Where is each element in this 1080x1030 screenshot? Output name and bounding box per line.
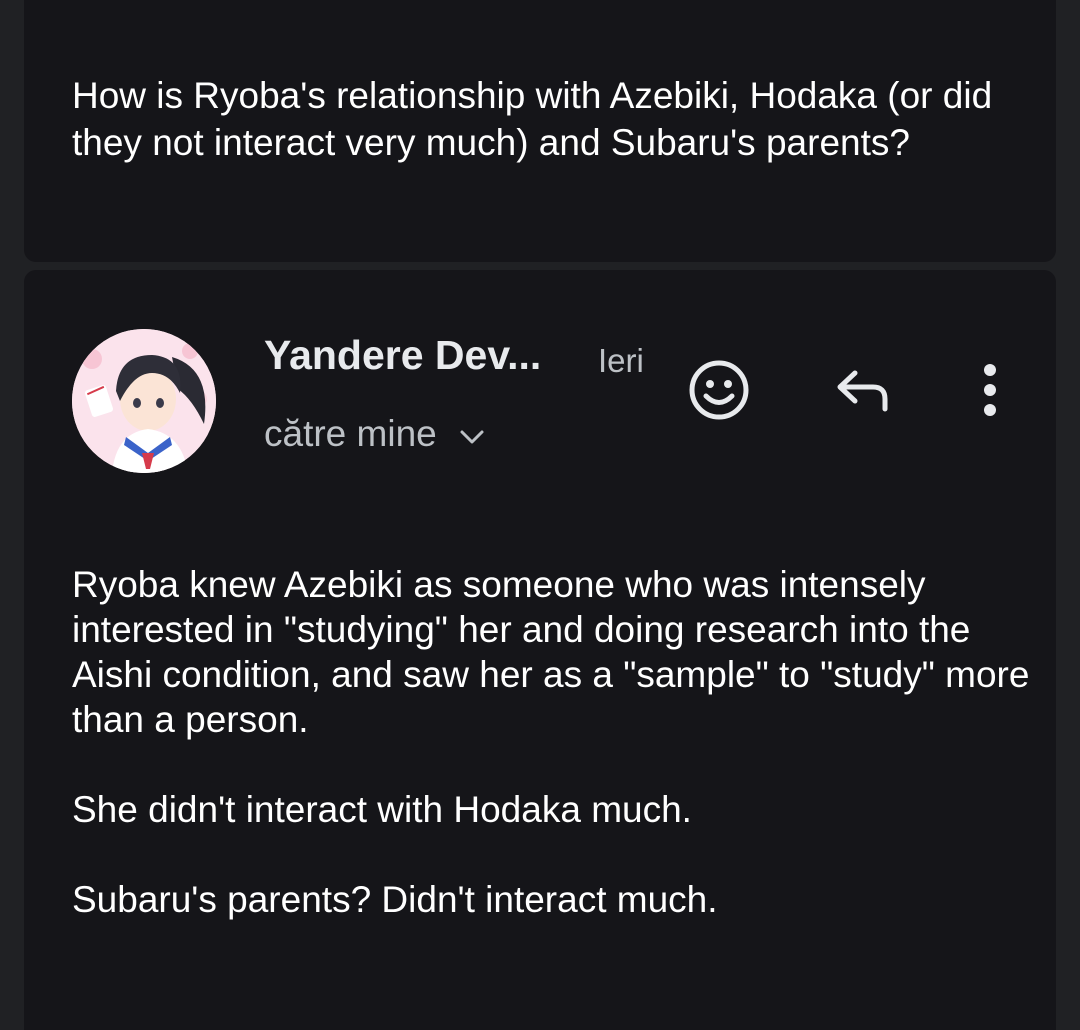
- avatar-illustration: [72, 329, 216, 473]
- reply-button[interactable]: [828, 356, 900, 428]
- smiley-face-icon: [688, 359, 750, 426]
- sender-name[interactable]: Yandere Dev...: [264, 332, 541, 379]
- sender-avatar[interactable]: [72, 329, 216, 473]
- message-paragraph: She didn't interact with Hodaka much.: [72, 789, 692, 830]
- previous-message-text: How is Ryoba's relationship with Azebiki…: [72, 75, 993, 163]
- previous-message-card: How is Ryoba's relationship with Azebiki…: [24, 0, 1056, 262]
- message-timestamp: Ieri: [598, 342, 644, 379]
- recipient-toggle[interactable]: către mine: [264, 413, 485, 455]
- chevron-down-icon: [459, 413, 485, 455]
- add-reaction-button[interactable]: [683, 356, 755, 428]
- reply-arrow-icon: [835, 367, 893, 418]
- message-card: Yandere Dev... Ieri către mine Ryoba kne…: [24, 270, 1056, 1030]
- more-options-button[interactable]: [954, 356, 1026, 428]
- message-paragraph: Subaru's parents? Didn't interact much.: [72, 879, 718, 920]
- recipient-label: către mine: [264, 413, 437, 454]
- message-paragraph: Ryoba knew Azebiki as someone who was in…: [72, 564, 1030, 740]
- more-vertical-icon: [982, 363, 998, 422]
- message-body: Ryoba knew Azebiki as someone who was in…: [72, 562, 1042, 922]
